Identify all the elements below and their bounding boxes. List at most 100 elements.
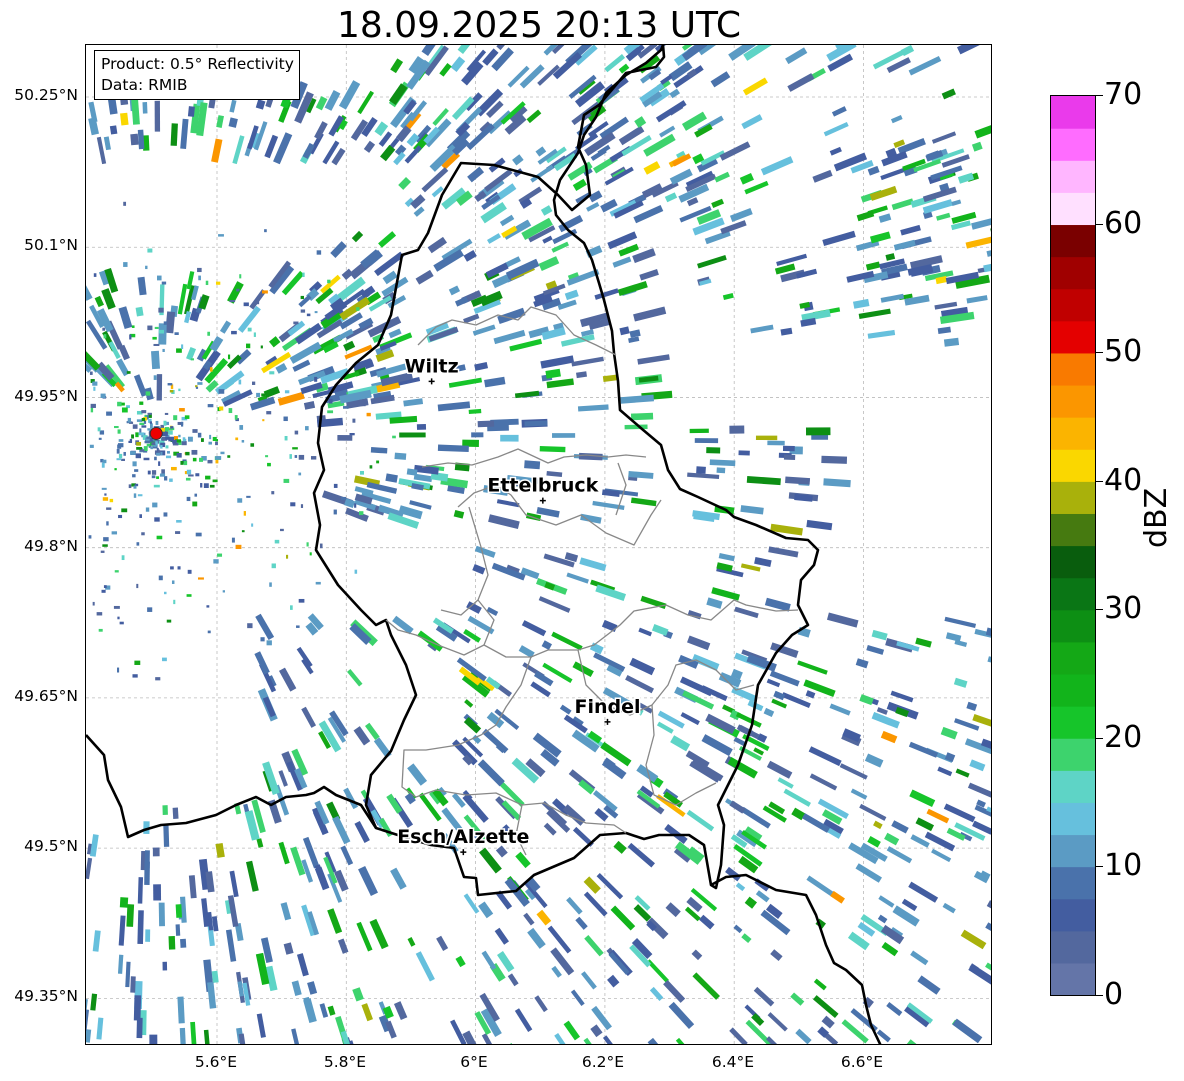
- echo-cell: [711, 198, 725, 209]
- echo-cell: [255, 613, 275, 640]
- echo-cell: [566, 572, 589, 584]
- colorbar-segment: [1051, 898, 1095, 932]
- echo-cell: [135, 453, 141, 459]
- echo-cell: [974, 119, 991, 139]
- echo-cell: [246, 495, 251, 498]
- echo-cell: [306, 542, 309, 547]
- echo-cell: [577, 404, 609, 412]
- echo-cell: [291, 1028, 303, 1044]
- echo-cell: [612, 256, 632, 268]
- echo-cell: [156, 476, 160, 479]
- echo-cell: [163, 512, 168, 517]
- city-label[interactable]: Wiltz: [403, 354, 460, 379]
- echo-cell: [554, 1032, 571, 1044]
- echo-cell: [742, 77, 768, 96]
- echo-cell: [167, 383, 173, 386]
- echo-cell: [128, 440, 133, 443]
- echo-cell: [315, 581, 321, 585]
- echo-cell: [92, 381, 98, 386]
- echo-cell: [867, 165, 880, 176]
- echo-cell: [386, 793, 403, 814]
- echo-cell: [165, 436, 172, 440]
- echo-cell: [114, 425, 119, 429]
- echo-cell: [439, 63, 452, 77]
- echo-cell: [541, 640, 553, 651]
- echo-cell: [782, 445, 795, 452]
- echo-cell: [130, 451, 136, 455]
- echo-cell: [543, 822, 557, 836]
- echo-cell: [448, 377, 483, 388]
- colorbar-tick: [1096, 223, 1103, 225]
- echo-cell: [965, 236, 991, 249]
- colorbar-segment: [1051, 738, 1095, 771]
- echo-cell: [235, 437, 239, 441]
- echo-cell: [147, 607, 153, 612]
- echo-cell: [93, 386, 96, 391]
- echo-cell: [181, 421, 184, 427]
- radar-map[interactable]: Wiltz Ettelbruck Findel Esch/Alzette: [85, 44, 992, 1045]
- echo-cell: [985, 962, 991, 972]
- echo-cell: [559, 704, 572, 715]
- echo-cell: [333, 483, 338, 488]
- echo-cell: [891, 198, 914, 211]
- echo-cell: [478, 901, 494, 919]
- echo-cell: [589, 642, 604, 655]
- echo-cell: [523, 912, 535, 926]
- echo-cell: [169, 389, 174, 393]
- echo-cell: [121, 555, 125, 561]
- echo-cell: [266, 640, 272, 646]
- echo-cell: [754, 556, 772, 567]
- echo-cell: [159, 473, 166, 477]
- echo-cell: [101, 462, 105, 468]
- echo-cell: [86, 1029, 92, 1043]
- echo-cell: [255, 299, 260, 305]
- echo-cell: [477, 759, 505, 787]
- colorbar-segment: [1051, 770, 1095, 803]
- echo-cell: [88, 535, 92, 539]
- echo-cell: [86, 1008, 89, 1031]
- echo-cell: [864, 753, 884, 768]
- echo-cell: [132, 674, 138, 678]
- echo-cell: [450, 1019, 467, 1044]
- echo-cell: [581, 971, 597, 990]
- echo-cell: [109, 498, 114, 503]
- echo-cell: [188, 875, 197, 899]
- echo-cell: [466, 123, 495, 151]
- colorbar-segment: [1051, 673, 1095, 707]
- lat-label-49-5: 49.5°N: [24, 837, 78, 855]
- echo-cell: [811, 434, 829, 440]
- echo-cell: [296, 953, 309, 977]
- echo-cell: [187, 106, 195, 117]
- echo-cell: [601, 619, 618, 632]
- echo-cell: [583, 876, 601, 894]
- lon-label-6: 6°E: [460, 1053, 488, 1071]
- echo-cell: [90, 403, 96, 408]
- echo-cell: [564, 289, 579, 301]
- echo-cell: [966, 701, 978, 712]
- echo-cell: [468, 408, 482, 415]
- echo-cell: [195, 386, 199, 389]
- city-label[interactable]: Esch/Alzette: [396, 825, 531, 850]
- colorbar-tick-label: 30: [1104, 591, 1143, 627]
- colorbar-segment: [1051, 128, 1095, 161]
- city-label[interactable]: Ettelbruck: [486, 473, 600, 498]
- city-label[interactable]: Findel: [573, 694, 642, 719]
- echo-cell: [463, 250, 477, 262]
- echo-cell: [303, 998, 317, 1024]
- echo-cell: [185, 477, 191, 481]
- echo-cell: [941, 88, 956, 100]
- echo-cell: [137, 910, 144, 945]
- echo-cell: [740, 563, 761, 572]
- echo-cell: [983, 258, 991, 273]
- echo-cell: [205, 475, 211, 480]
- echo-cell: [940, 726, 958, 740]
- radar-site-marker[interactable]: [149, 427, 163, 441]
- echo-cell: [770, 949, 783, 962]
- echo-cell: [243, 302, 249, 307]
- echo-cell: [720, 220, 747, 235]
- echo-cell: [96, 1017, 104, 1040]
- echo-cell: [719, 141, 751, 161]
- colorbar-segment: [1051, 706, 1095, 739]
- echo-cell: [969, 759, 986, 772]
- echo-cell: [821, 1015, 835, 1029]
